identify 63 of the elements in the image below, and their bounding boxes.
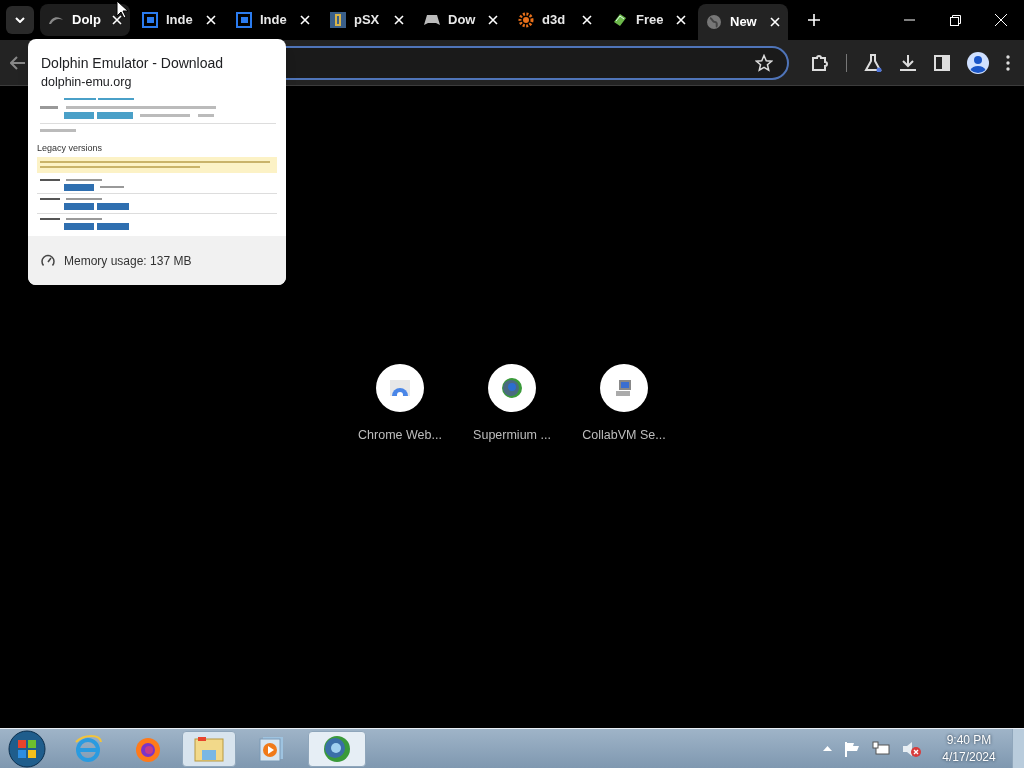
page-domain: dolphin-emu.org	[41, 74, 133, 91]
rainbow-icon	[390, 380, 410, 396]
minimize-icon	[903, 19, 915, 21]
caret-up-icon[interactable]	[823, 746, 832, 751]
folder-icon	[194, 735, 224, 762]
computer-icon	[614, 378, 634, 398]
download-icon[interactable]	[899, 53, 917, 72]
globe-icon	[322, 733, 352, 764]
gauge-icon	[41, 254, 55, 267]
document-icon	[236, 12, 252, 28]
gear-icon	[518, 12, 534, 28]
tab-title: pSX	[354, 11, 381, 30]
puzzle-icon[interactable]	[811, 53, 829, 72]
back-arrow-icon[interactable]	[10, 55, 26, 70]
browser-tab[interactable]: Dolp	[40, 4, 130, 36]
close-tab-icon[interactable]	[394, 15, 404, 25]
browser-button[interactable]	[308, 730, 366, 767]
start-orb-icon[interactable]	[8, 729, 46, 768]
tab-title: Inde	[260, 11, 288, 30]
preview-heading: Legacy versions	[37, 142, 104, 154]
tab-title: Dolp	[72, 11, 102, 30]
browser-tab[interactable]: pSX	[322, 4, 412, 36]
browser-tab[interactable]: Dow	[416, 4, 506, 36]
chevron-down-icon	[15, 17, 25, 23]
tab-title: Dow	[448, 11, 477, 30]
globe-icon	[706, 14, 722, 30]
restore-icon	[949, 14, 961, 26]
side-panel-icon[interactable]	[934, 54, 950, 71]
shortcut-tile[interactable]: CollabVM Se...	[584, 364, 664, 728]
network-icon[interactable]	[872, 740, 890, 757]
close-tab-icon[interactable]	[676, 15, 686, 25]
dolphin-icon	[48, 15, 64, 25]
close-tab-icon[interactable]	[206, 15, 216, 25]
tab-title: Inde	[166, 11, 194, 30]
browser-tab[interactable]: Inde	[228, 4, 318, 36]
tab-title: Free	[636, 11, 665, 30]
shortcut-tile[interactable]: Supermium ...	[472, 364, 552, 728]
close-tab-icon[interactable]	[112, 15, 122, 25]
browser-tab[interactable]: Inde	[134, 4, 224, 36]
plus-icon	[808, 14, 820, 26]
tab-search-button[interactable]	[6, 6, 34, 34]
page-title: Dolphin Emulator - Download	[41, 54, 225, 72]
memory-usage-text: Memory usage: 137 MB	[64, 252, 192, 270]
play-icon	[259, 735, 285, 762]
globe-icon	[501, 377, 523, 399]
star-icon[interactable]	[755, 53, 773, 72]
tab-title: New	[730, 13, 758, 32]
flag-icon[interactable]	[844, 740, 860, 757]
shortcut-tile[interactable]: Chrome Web...	[360, 364, 440, 728]
close-tab-icon[interactable]	[770, 17, 780, 27]
flask-icon[interactable]	[864, 53, 882, 72]
close-tab-icon[interactable]	[488, 15, 498, 25]
document-icon	[142, 12, 158, 28]
browser-tab[interactable]: d3d	[510, 4, 600, 36]
menu-icon[interactable]	[1006, 54, 1010, 71]
close-icon	[995, 14, 1007, 26]
profile-avatar-icon[interactable]	[967, 51, 989, 74]
tab-title: d3d	[542, 11, 567, 30]
browser-tab[interactable]: New	[698, 4, 788, 40]
browser-tab[interactable]: Free	[604, 4, 694, 36]
muted-speaker-icon[interactable]	[902, 739, 922, 758]
close-tab-icon[interactable]	[582, 15, 592, 25]
close-tab-icon[interactable]	[300, 15, 310, 25]
